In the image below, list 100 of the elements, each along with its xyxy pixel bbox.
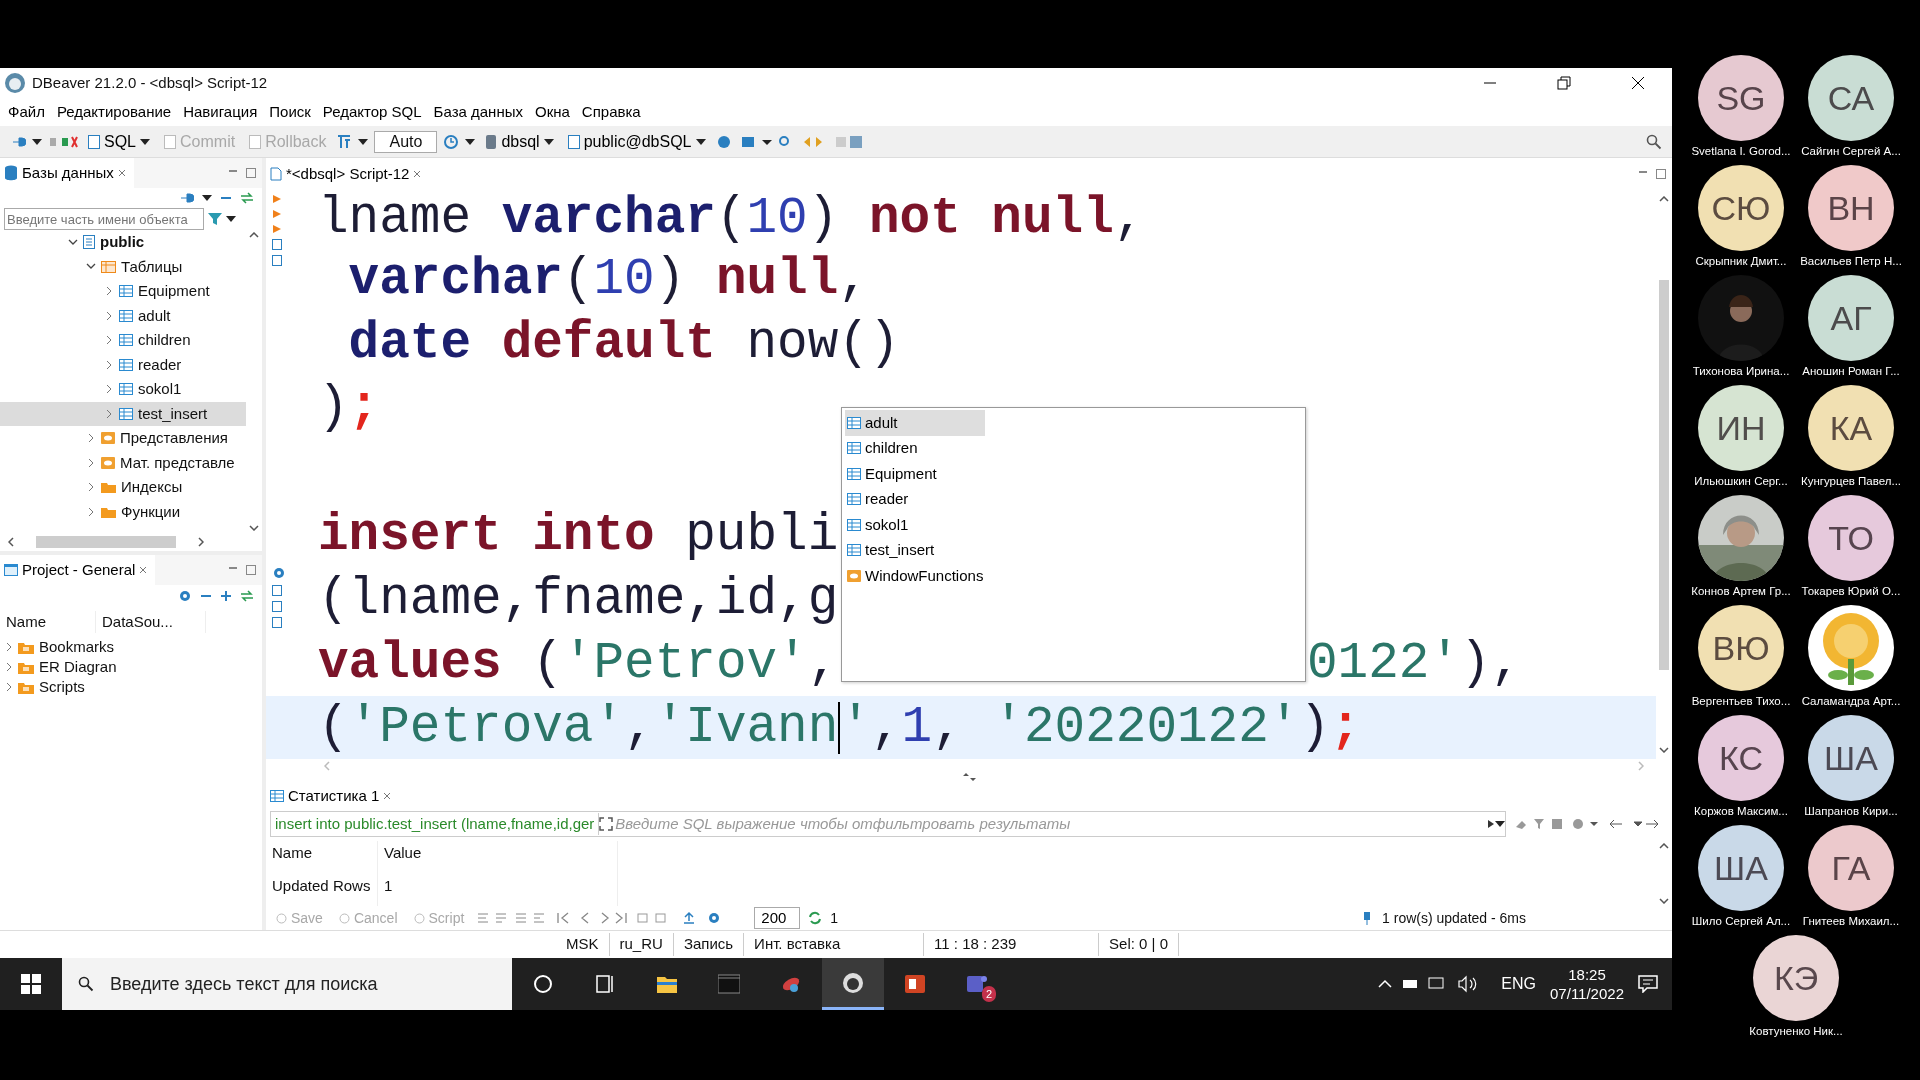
close-tab-icon[interactable] <box>413 170 422 178</box>
panel-tab[interactable]: Базы данных <box>0 158 134 188</box>
format-icon[interactable] <box>336 133 353 150</box>
fetch-size-field[interactable]: 200 <box>754 907 801 929</box>
expand-icon[interactable] <box>599 817 614 831</box>
scroll-up-icon[interactable] <box>249 232 259 238</box>
add-icon[interactable] <box>220 590 232 602</box>
autocomplete-item[interactable]: WindowFunctions <box>845 563 990 589</box>
menu-item[interactable]: Справка <box>575 98 647 126</box>
tree-item[interactable]: Scripts <box>0 677 262 697</box>
script-icon[interactable] <box>272 255 282 266</box>
maximize-panel-icon[interactable] <box>246 565 256 575</box>
column-header[interactable]: Name <box>0 610 96 634</box>
menu-item[interactable]: База данных <box>427 98 529 126</box>
close-tab-icon[interactable] <box>139 566 148 574</box>
caret-icon <box>465 138 476 145</box>
scroll-down-icon[interactable] <box>249 525 259 531</box>
tree-item[interactable]: public <box>0 230 246 255</box>
settings-icon[interactable] <box>178 589 192 603</box>
column-header[interactable]: Name <box>266 841 378 874</box>
settings-icon[interactable] <box>272 566 286 580</box>
column-header[interactable]: DataSou... <box>96 610 206 634</box>
taskbar-search-input[interactable]: Введите здесь текст для поиска <box>108 969 488 999</box>
language-indicator[interactable]: ENG <box>1501 972 1537 996</box>
circle-icon <box>413 912 425 924</box>
menu-item[interactable]: Окна <box>528 98 576 126</box>
tree-item[interactable]: test_insert <box>0 401 246 426</box>
filter-icon[interactable] <box>208 212 222 226</box>
taskbar-search-field[interactable]: Введите здесь текст для поиска <box>62 958 512 1010</box>
tree-item[interactable]: Индексы <box>0 475 246 500</box>
code-line: ('Petrova','Ivann',1, '20220122'); <box>318 698 1361 758</box>
close-tab-icon[interactable] <box>383 792 392 800</box>
scroll-right-icon[interactable] <box>198 537 204 547</box>
tree-item[interactable]: children <box>0 328 246 353</box>
tree-item[interactable]: Equipment <box>0 279 246 304</box>
table-icon <box>119 334 133 347</box>
script-icon[interactable] <box>272 239 282 250</box>
scrollbar-thumb[interactable] <box>1659 279 1669 670</box>
link-icon[interactable] <box>240 192 254 204</box>
code-line: varchar(10) null, <box>347 250 869 310</box>
tree-item[interactable]: reader <box>0 352 246 377</box>
taskbar-app[interactable]: 2 <box>946 958 1008 1010</box>
menu-item[interactable]: Навигация <box>177 98 264 126</box>
tree-item[interactable]: Мат. представле <box>0 450 246 475</box>
notifications-icon[interactable] <box>1638 975 1658 993</box>
avatar: SG <box>1698 55 1784 141</box>
maximize-panel-icon[interactable] <box>246 168 256 178</box>
search-icon[interactable] <box>1646 133 1662 150</box>
autocomplete-item[interactable]: adult <box>845 410 985 436</box>
tree-item[interactable]: Представления <box>0 426 246 451</box>
panel-tab[interactable]: Project - General <box>0 555 156 585</box>
column-header[interactable]: Value <box>378 841 618 874</box>
table-icon <box>270 790 284 802</box>
restore-icon <box>1557 76 1571 90</box>
tree-item[interactable]: Функции <box>0 499 246 524</box>
tree-item[interactable]: sokol1 <box>0 377 246 402</box>
tree-item[interactable]: ER Diagran <box>0 657 262 677</box>
toolbar-button[interactable]: public@dbSQL <box>563 129 710 154</box>
splitter-arrows-icon[interactable] <box>962 773 976 781</box>
toolbar-button[interactable]: SQL <box>84 129 154 154</box>
toolbar-button[interactable]: dbsql <box>481 129 558 154</box>
scroll-left-icon[interactable] <box>8 537 14 547</box>
maximize-panel-icon[interactable] <box>1656 169 1666 179</box>
autocomplete-item[interactable]: test_insert <box>845 537 985 563</box>
menu-item[interactable]: Файл <box>2 98 51 126</box>
participant-name: Ковтуненко Ник... <box>1749 1024 1843 1039</box>
menu-item[interactable]: Редактирование <box>50 98 178 126</box>
scroll-down-icon[interactable] <box>1659 747 1669 753</box>
autocomplete-item[interactable]: children <box>845 435 985 461</box>
table-icon <box>847 544 861 557</box>
tree-item[interactable]: Bookmarks <box>0 637 262 657</box>
autocomplete-item[interactable]: sokol1 <box>845 512 985 538</box>
clock-time[interactable]: 18:25 <box>1550 964 1624 984</box>
tree-item[interactable]: adult <box>0 303 246 328</box>
script-icon[interactable] <box>272 585 282 596</box>
tree-item[interactable]: Таблицы <box>0 254 246 279</box>
clock-date[interactable]: 07/11/2022 <box>1550 984 1624 1004</box>
refresh-icon[interactable] <box>808 911 823 925</box>
table-icon <box>119 285 133 298</box>
auto-commit-field[interactable]: Auto <box>374 130 438 153</box>
search-field[interactable]: Введите часть имени объекта <box>4 208 204 230</box>
history-icon[interactable] <box>443 133 460 150</box>
server-icon <box>485 133 498 150</box>
menu-item[interactable]: Поиск <box>263 98 317 126</box>
script-icon[interactable] <box>272 601 282 612</box>
link-icon[interactable] <box>240 590 254 602</box>
close-tab-icon[interactable] <box>117 169 126 177</box>
table-icon <box>119 407 133 420</box>
search-icon[interactable] <box>78 976 94 992</box>
scroll-down-icon[interactable] <box>1659 898 1669 904</box>
filter-field[interactable]: insert into public.test_insert (lname,fname,id,ger Введите SQL выражение чтобы отфильтровать результаты <box>270 811 1506 837</box>
menu-item[interactable]: Редактор SQL <box>316 98 428 126</box>
tree-label: Scripts <box>39 676 85 697</box>
taskbar-app[interactable] <box>822 958 884 1010</box>
autocomplete-item[interactable]: reader <box>845 486 985 512</box>
scroll-up-icon[interactable] <box>1659 843 1669 849</box>
script-icon[interactable] <box>272 617 282 628</box>
autocomplete-item[interactable]: Equipment <box>845 461 985 487</box>
scrollbar-thumb[interactable] <box>36 536 176 548</box>
scroll-up-icon[interactable] <box>1659 196 1669 202</box>
